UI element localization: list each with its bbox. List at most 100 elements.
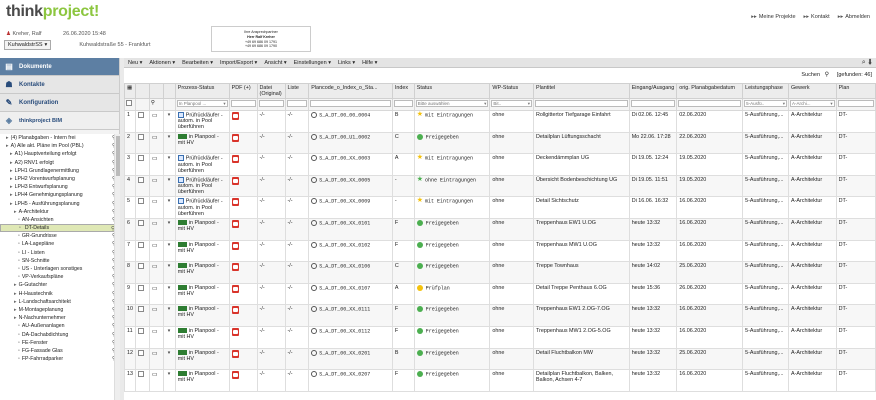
download-icon[interactable]: ⬇: [868, 59, 872, 66]
cell-expand[interactable]: ▾: [162, 131, 176, 155]
expand-icon[interactable]: ▸: [14, 291, 17, 297]
chevron-down-icon[interactable]: ▾: [168, 328, 171, 334]
cell-select[interactable]: [135, 325, 150, 349]
expand-icon[interactable]: ▸: [14, 307, 17, 313]
cell-expand[interactable]: ▾: [162, 261, 176, 284]
search-label[interactable]: Suchen: [801, 72, 820, 78]
col-eingang[interactable]: Eingang/Ausgang: [628, 83, 678, 99]
cell-select[interactable]: [135, 304, 150, 327]
chevron-down-icon[interactable]: ▾: [168, 198, 171, 204]
row-checkbox[interactable]: [138, 371, 144, 378]
pdf-icon[interactable]: [231, 263, 239, 272]
cell-expand[interactable]: ▾: [162, 304, 176, 327]
cell-select[interactable]: [135, 196, 150, 219]
filter-eingang[interactable]: [628, 98, 678, 111]
folder-icon[interactable]: ▫: [18, 332, 20, 338]
nav-kontakte[interactable]: ☗ Kontakte: [0, 76, 119, 94]
tree-item[interactable]: ▸LPH1 Grundlagenermittlung⚲: [0, 167, 120, 175]
cell-plancode[interactable]: S_A_DT_00_XX_0107: [308, 282, 393, 306]
menu-links[interactable]: Links ▾: [338, 60, 355, 66]
table-row[interactable]: 9 ▭ ▾ in Planpool - mit HV -/- -/- S_A_DT_00_XX…: [124, 282, 876, 306]
cell-expand[interactable]: ▾: [162, 347, 176, 371]
table-row[interactable]: 11 ▭ ▾ in Planpool - mit HV -/- -/- S_A_DT_00_X…: [124, 325, 876, 349]
chevron-down-icon[interactable]: ▾: [168, 112, 171, 118]
folder-icon[interactable]: ▫: [18, 250, 20, 256]
chevron-down-icon[interactable]: ▾: [168, 155, 171, 161]
table-row[interactable]: 12 ▭ ▾ in Planpool - mit HV -/- -/- S_A_DT_00_X…: [124, 347, 876, 371]
tree-item[interactable]: ▫AU-Außenanlagen⚲: [0, 322, 120, 330]
filter-plancode[interactable]: [308, 98, 393, 111]
cell-expand[interactable]: ▾: [162, 369, 176, 392]
expand-icon[interactable]: ▸: [14, 209, 17, 215]
col-datei[interactable]: Datei (Original): [256, 83, 286, 99]
row-checkbox[interactable]: [138, 219, 144, 226]
cell-expand[interactable]: ▾: [162, 153, 176, 176]
tree-item[interactable]: ▸A1) Hauptverteilung erfolgt⚲: [0, 150, 120, 158]
cell-expand[interactable]: ▾: [162, 174, 176, 198]
filter-pdf[interactable]: [228, 98, 258, 111]
link-abmelden[interactable]: ▸▸ Abmelden: [838, 14, 870, 20]
folder-icon[interactable]: ▫: [18, 340, 20, 346]
row-checkbox[interactable]: [138, 306, 144, 313]
expand-icon[interactable]: ▸: [10, 201, 13, 207]
tree-item[interactable]: ▫ DT-Details ⚲: [0, 224, 120, 233]
filter-liste[interactable]: [284, 98, 310, 111]
folder-icon[interactable]: ▫: [18, 323, 20, 329]
folder-icon[interactable]: ▫: [18, 356, 20, 362]
filter-plan[interactable]: [835, 98, 876, 111]
tree-item[interactable]: ▸A) Alle akt. Pläne im Pool (PBL)⚲: [0, 142, 120, 150]
menu-einstellungen[interactable]: Einstellungen ▾: [294, 60, 331, 66]
menu-ansicht[interactable]: Ansicht ▾: [264, 60, 286, 66]
chevron-down-icon[interactable]: ▾: [168, 371, 171, 377]
cell-pdf[interactable]: [228, 304, 258, 327]
cell-plancode[interactable]: S_A_DT_00_XX_0201: [308, 347, 393, 371]
cell-select[interactable]: [135, 174, 150, 198]
tree-item[interactable]: ▫LA-Lagepläne⚲: [0, 240, 120, 248]
search-icon[interactable]: ⚲: [825, 71, 829, 78]
filter-lph[interactable]: 5-Ausfü.. ▾: [742, 98, 789, 111]
tree-item[interactable]: ▸L-Landschaftsarchitekt⚲: [0, 298, 120, 306]
expand-icon[interactable]: ▸: [10, 176, 13, 182]
col-plan[interactable]: Plan: [835, 83, 876, 99]
expand-icon[interactable]: ▸: [6, 143, 9, 149]
folder-icon[interactable]: ▫: [18, 217, 20, 223]
chevron-down-icon[interactable]: ▾: [168, 285, 171, 291]
row-checkbox[interactable]: [138, 349, 144, 356]
table-row[interactable]: 7 ▭ ▾ in Planpool - mit HV -/- -/- S_A_DT_00_XX…: [124, 239, 876, 263]
table-row[interactable]: 6 ▭ ▾ in Planpool - mit HV -/- -/- S_A_DT_00_XX…: [124, 217, 876, 241]
cell-pdf[interactable]: [228, 261, 258, 284]
project-select[interactable]: KuhwaldstrSS ▾: [4, 40, 52, 50]
col-status[interactable]: Status: [413, 83, 491, 99]
row-checkbox[interactable]: [138, 327, 144, 334]
select-all-cell[interactable]: [124, 98, 136, 111]
cell-expand[interactable]: ▾: [162, 196, 176, 219]
chevron-down-icon[interactable]: ▾: [168, 242, 171, 248]
cell-plancode[interactable]: S_A_DT_00_XX_0111: [308, 304, 393, 327]
pdf-icon[interactable]: [231, 371, 239, 380]
col-wp-status[interactable]: WP-Status: [489, 83, 534, 99]
tree-item[interactable]: ▫FP-Fahrradparker⚲: [0, 355, 120, 363]
row-checkbox[interactable]: [138, 133, 144, 140]
tree-item[interactable]: ▫SN-Schnitte⚲: [0, 257, 120, 265]
table-row[interactable]: 13 ▭ ▾ in Planpool - mit HV -/- -/- S_A_DT_00_X…: [124, 369, 876, 392]
app-logo[interactable]: thinkproject!: [6, 3, 99, 21]
filter-orig[interactable]: [676, 98, 744, 111]
filter-datei[interactable]: [256, 98, 286, 111]
cell-pdf[interactable]: [228, 217, 258, 241]
tree-item[interactable]: ▫FG-Fassade Glas⚲: [0, 347, 120, 355]
cell-plancode[interactable]: S_A_DT_00_XX_0101: [308, 217, 393, 241]
pdf-icon[interactable]: [231, 112, 239, 120]
tree-item[interactable]: ▫LI - Listen⚲: [0, 249, 120, 257]
table-row[interactable]: 4 ▭ ▾ Prüfrückläufer - autom. in Pool überfüh…: [124, 174, 876, 198]
filter-search-cell[interactable]: ⚲: [148, 98, 164, 111]
tree-item[interactable]: ▫FE-Fenster⚲: [0, 339, 120, 347]
cell-expand[interactable]: ▾: [162, 282, 176, 306]
table-row[interactable]: 1 ▭ ▾ Prüfrückläufer - autom. in Pool überfüh…: [124, 110, 876, 133]
link-meine-projekte[interactable]: ▸▸ Meine Projekte: [751, 14, 795, 20]
tree-item[interactable]: ▸LPH5 - Ausführungsplanung⚲: [0, 200, 120, 208]
expand-icon[interactable]: ▸: [10, 151, 13, 157]
cell-select[interactable]: [135, 110, 150, 133]
row-checkbox[interactable]: [138, 112, 144, 118]
pdf-icon[interactable]: [231, 349, 239, 358]
cell-pdf[interactable]: [228, 131, 258, 155]
